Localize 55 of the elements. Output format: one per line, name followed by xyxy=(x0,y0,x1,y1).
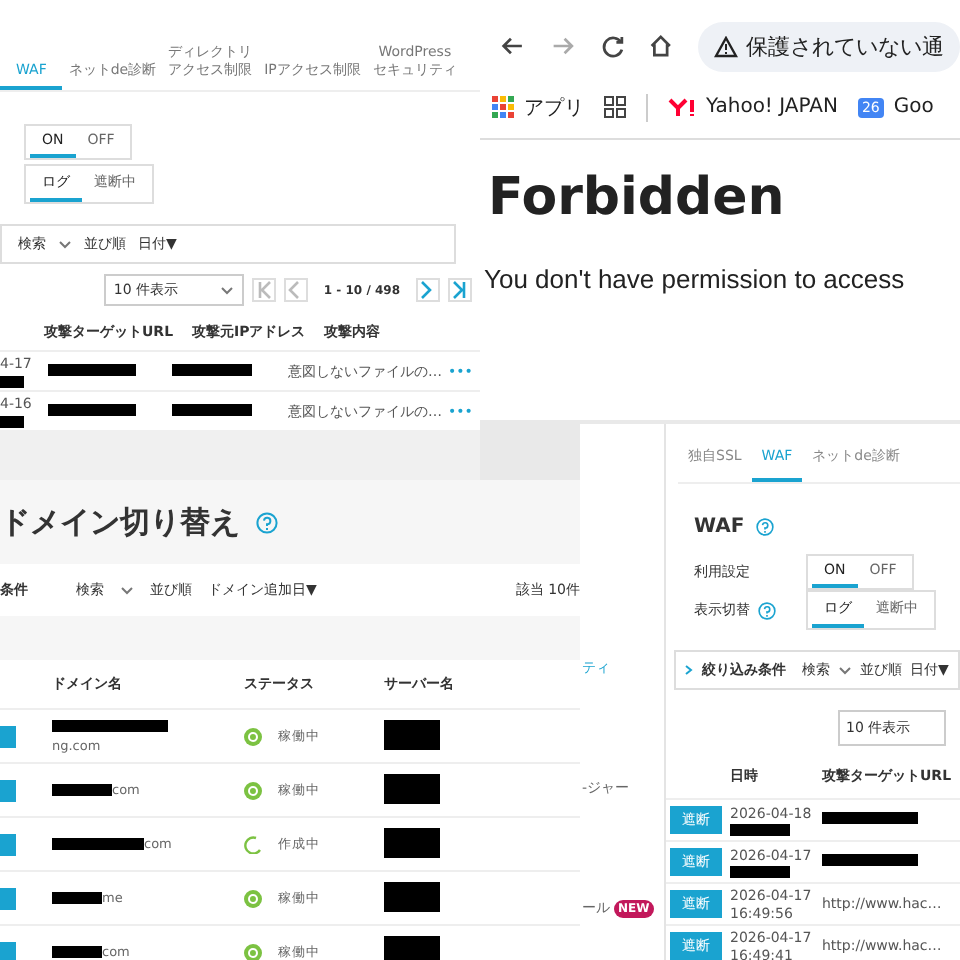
page-next-button[interactable] xyxy=(416,278,440,302)
apps-icon xyxy=(492,96,514,118)
section-heading: WAF xyxy=(694,516,745,538)
status-running-icon xyxy=(244,781,262,799)
caret-icon xyxy=(58,239,72,249)
y-logo-icon xyxy=(668,97,696,117)
caret-icon xyxy=(838,665,852,675)
page-heading: Forbidden xyxy=(488,168,787,228)
redaction-bar xyxy=(384,881,440,911)
row-select-button[interactable] xyxy=(0,833,16,855)
redaction-bar xyxy=(52,838,144,850)
help-icon[interactable] xyxy=(756,518,775,536)
row-select-button[interactable] xyxy=(0,887,16,909)
redaction-bar xyxy=(822,854,918,866)
caret-icon xyxy=(120,585,134,595)
redaction-bar xyxy=(384,773,440,803)
error-message: You don't have permission to access xyxy=(484,264,907,294)
row-select-button[interactable] xyxy=(0,779,16,801)
back-icon[interactable] xyxy=(500,32,526,60)
reload-icon[interactable] xyxy=(599,32,625,60)
redaction-bar xyxy=(730,865,790,877)
redaction-bar xyxy=(52,719,168,731)
bookmark[interactable]: アプリ xyxy=(492,93,584,121)
status-running-icon xyxy=(244,727,262,745)
redaction-bar xyxy=(730,823,790,835)
row-select-button[interactable] xyxy=(0,725,16,747)
help-icon[interactable] xyxy=(758,601,776,619)
redaction-bar xyxy=(0,375,24,387)
caret-icon xyxy=(219,285,234,295)
status-running-icon xyxy=(244,889,262,907)
chevron-icon[interactable] xyxy=(684,664,694,676)
redaction-bar xyxy=(172,403,252,415)
redaction-bar xyxy=(48,403,136,415)
help-icon[interactable] xyxy=(256,511,278,533)
address-text: 保護されていない通 xyxy=(746,31,944,61)
address-bar[interactable]: 保護されていない通 xyxy=(698,21,960,71)
page-title: ドメイン切り替え xyxy=(0,503,240,541)
bookmark[interactable]: Yahoo! JAPAN xyxy=(668,96,838,118)
status-loading-icon xyxy=(244,835,262,853)
warning-icon xyxy=(714,35,738,57)
grid-icon[interactable] xyxy=(604,96,626,118)
redaction-bar xyxy=(384,719,440,749)
redaction-bar xyxy=(52,946,102,958)
redaction-bar xyxy=(172,363,252,375)
forward-icon[interactable] xyxy=(549,32,575,60)
redaction-bar xyxy=(384,935,440,960)
home-icon[interactable] xyxy=(648,32,674,60)
redaction-bar xyxy=(48,363,136,375)
redaction-bar xyxy=(384,827,440,857)
redaction-bar xyxy=(822,812,918,824)
redaction-bar xyxy=(52,892,102,904)
page-last-button[interactable] xyxy=(448,278,472,302)
redaction-bar xyxy=(52,784,112,796)
redaction-bar xyxy=(0,415,24,427)
row-select-button[interactable] xyxy=(0,941,16,960)
